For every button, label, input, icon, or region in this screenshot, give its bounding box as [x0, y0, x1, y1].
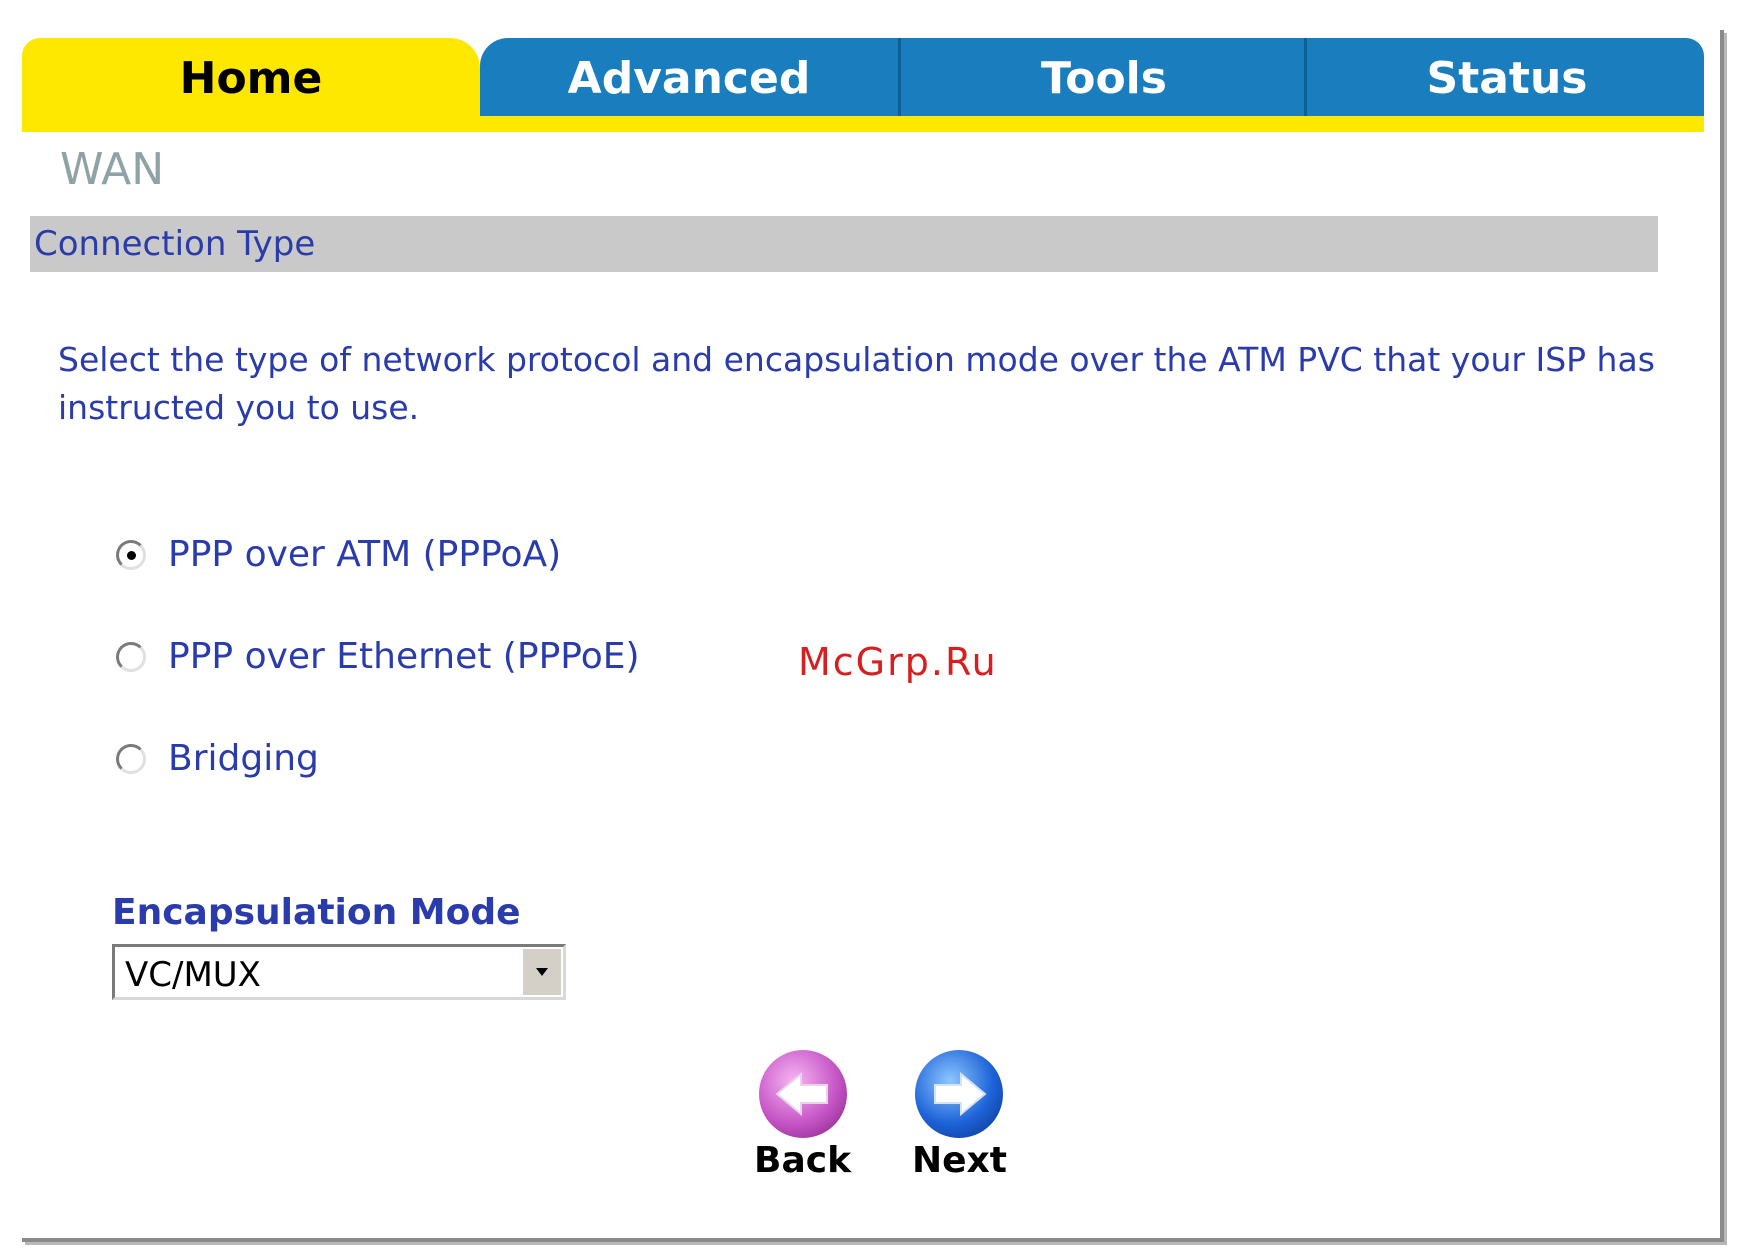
page-title: WAN [60, 144, 165, 195]
dropdown-arrow-icon[interactable] [521, 949, 561, 995]
instruction-text: Select the type of network protocol and … [58, 340, 1655, 427]
main-tab-bar: Home Advanced Tools Status [22, 38, 1704, 118]
tab-tools[interactable]: Tools [898, 38, 1307, 118]
encapsulation-mode-value: VC/MUX [125, 955, 261, 995]
radio-button-pppoa[interactable] [116, 539, 146, 570]
section-title: Connection Type [34, 224, 316, 264]
next-arrow-icon[interactable] [915, 1050, 1004, 1138]
radio-label-pppoe: PPP over Ethernet (PPPoE) [168, 636, 640, 677]
encapsulation-mode-label: Encapsulation Mode [112, 892, 521, 933]
tab-advanced[interactable]: Advanced [480, 38, 898, 118]
radio-option-bridging[interactable]: Bridging [116, 738, 319, 779]
radio-label-pppoa: PPP over ATM (PPPoA) [168, 534, 562, 575]
radio-button-pppoe[interactable] [116, 641, 146, 672]
router-config-window: Home Advanced Tools Status WAN Connectio… [22, 30, 1724, 1242]
watermark-text: McGrp.Ru [798, 640, 998, 684]
back-button[interactable]: Back [754, 1050, 851, 1181]
encapsulation-mode-select[interactable]: VC/MUX [112, 944, 566, 1000]
tab-status[interactable]: Status [1304, 38, 1704, 118]
radio-label-bridging: Bridging [168, 738, 319, 779]
section-header: Connection Type [30, 216, 1658, 272]
radio-option-pppoa[interactable]: PPP over ATM (PPPoA) [116, 534, 561, 575]
radio-option-pppoe[interactable]: PPP over Ethernet (PPPoE) [116, 636, 640, 677]
next-button[interactable]: Next [912, 1050, 1007, 1181]
tab-home[interactable]: Home [22, 38, 480, 118]
next-button-label: Next [912, 1140, 1007, 1181]
tab-underline-strip [22, 116, 1704, 132]
back-button-label: Back [754, 1140, 852, 1181]
back-arrow-icon[interactable] [758, 1050, 847, 1138]
radio-button-bridging[interactable] [116, 743, 146, 774]
